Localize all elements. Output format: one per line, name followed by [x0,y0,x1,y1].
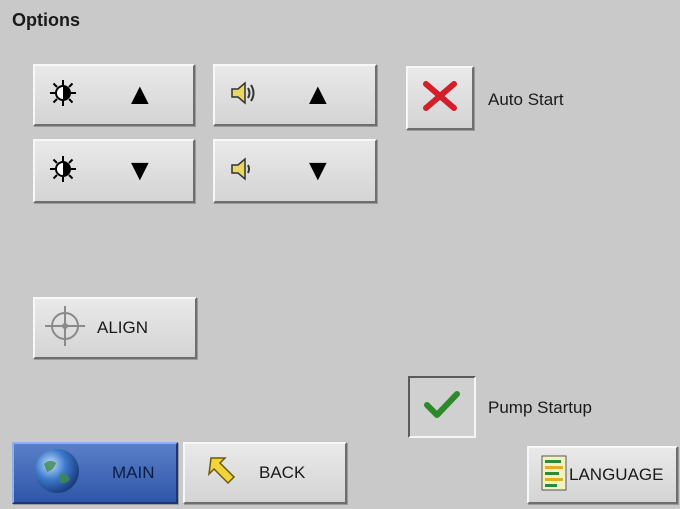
page-title: Options [12,10,80,30]
down-arrow-icon: ▼ [303,154,333,187]
language-list-icon [541,455,567,496]
speaker-icon [229,156,259,187]
align-button[interactable]: ALIGN [33,297,197,359]
language-label: LANGUAGE [569,465,664,484]
speaker-icon [229,80,259,111]
up-arrow-icon: ▲ [303,78,333,111]
x-icon [421,79,459,118]
back-label: BACK [259,463,306,482]
language-button[interactable]: LANGUAGE [527,446,678,504]
brightness-up-button[interactable]: ▲ [33,64,195,126]
main-button[interactable]: MAIN [12,442,178,504]
pump-startup-label: Pump Startup [488,398,592,417]
back-arrow-icon [205,454,239,493]
globe-icon [32,446,82,501]
back-button[interactable]: BACK [183,442,347,504]
align-label: ALIGN [97,318,149,337]
brightness-icon [49,79,77,112]
crosshair-icon [43,304,87,353]
auto-start-toggle[interactable] [406,66,474,130]
brightness-icon [49,155,77,188]
check-icon [423,389,461,426]
auto-start-label: Auto Start [488,90,564,109]
pump-startup-checkbox[interactable] [408,376,476,438]
up-arrow-icon: ▲ [125,78,155,111]
volume-up-button[interactable]: ▲ [213,64,377,126]
main-label: MAIN [112,463,155,482]
down-arrow-icon: ▼ [125,154,155,187]
volume-down-button[interactable]: ▼ [213,139,377,203]
brightness-down-button[interactable]: ▼ [33,139,195,203]
